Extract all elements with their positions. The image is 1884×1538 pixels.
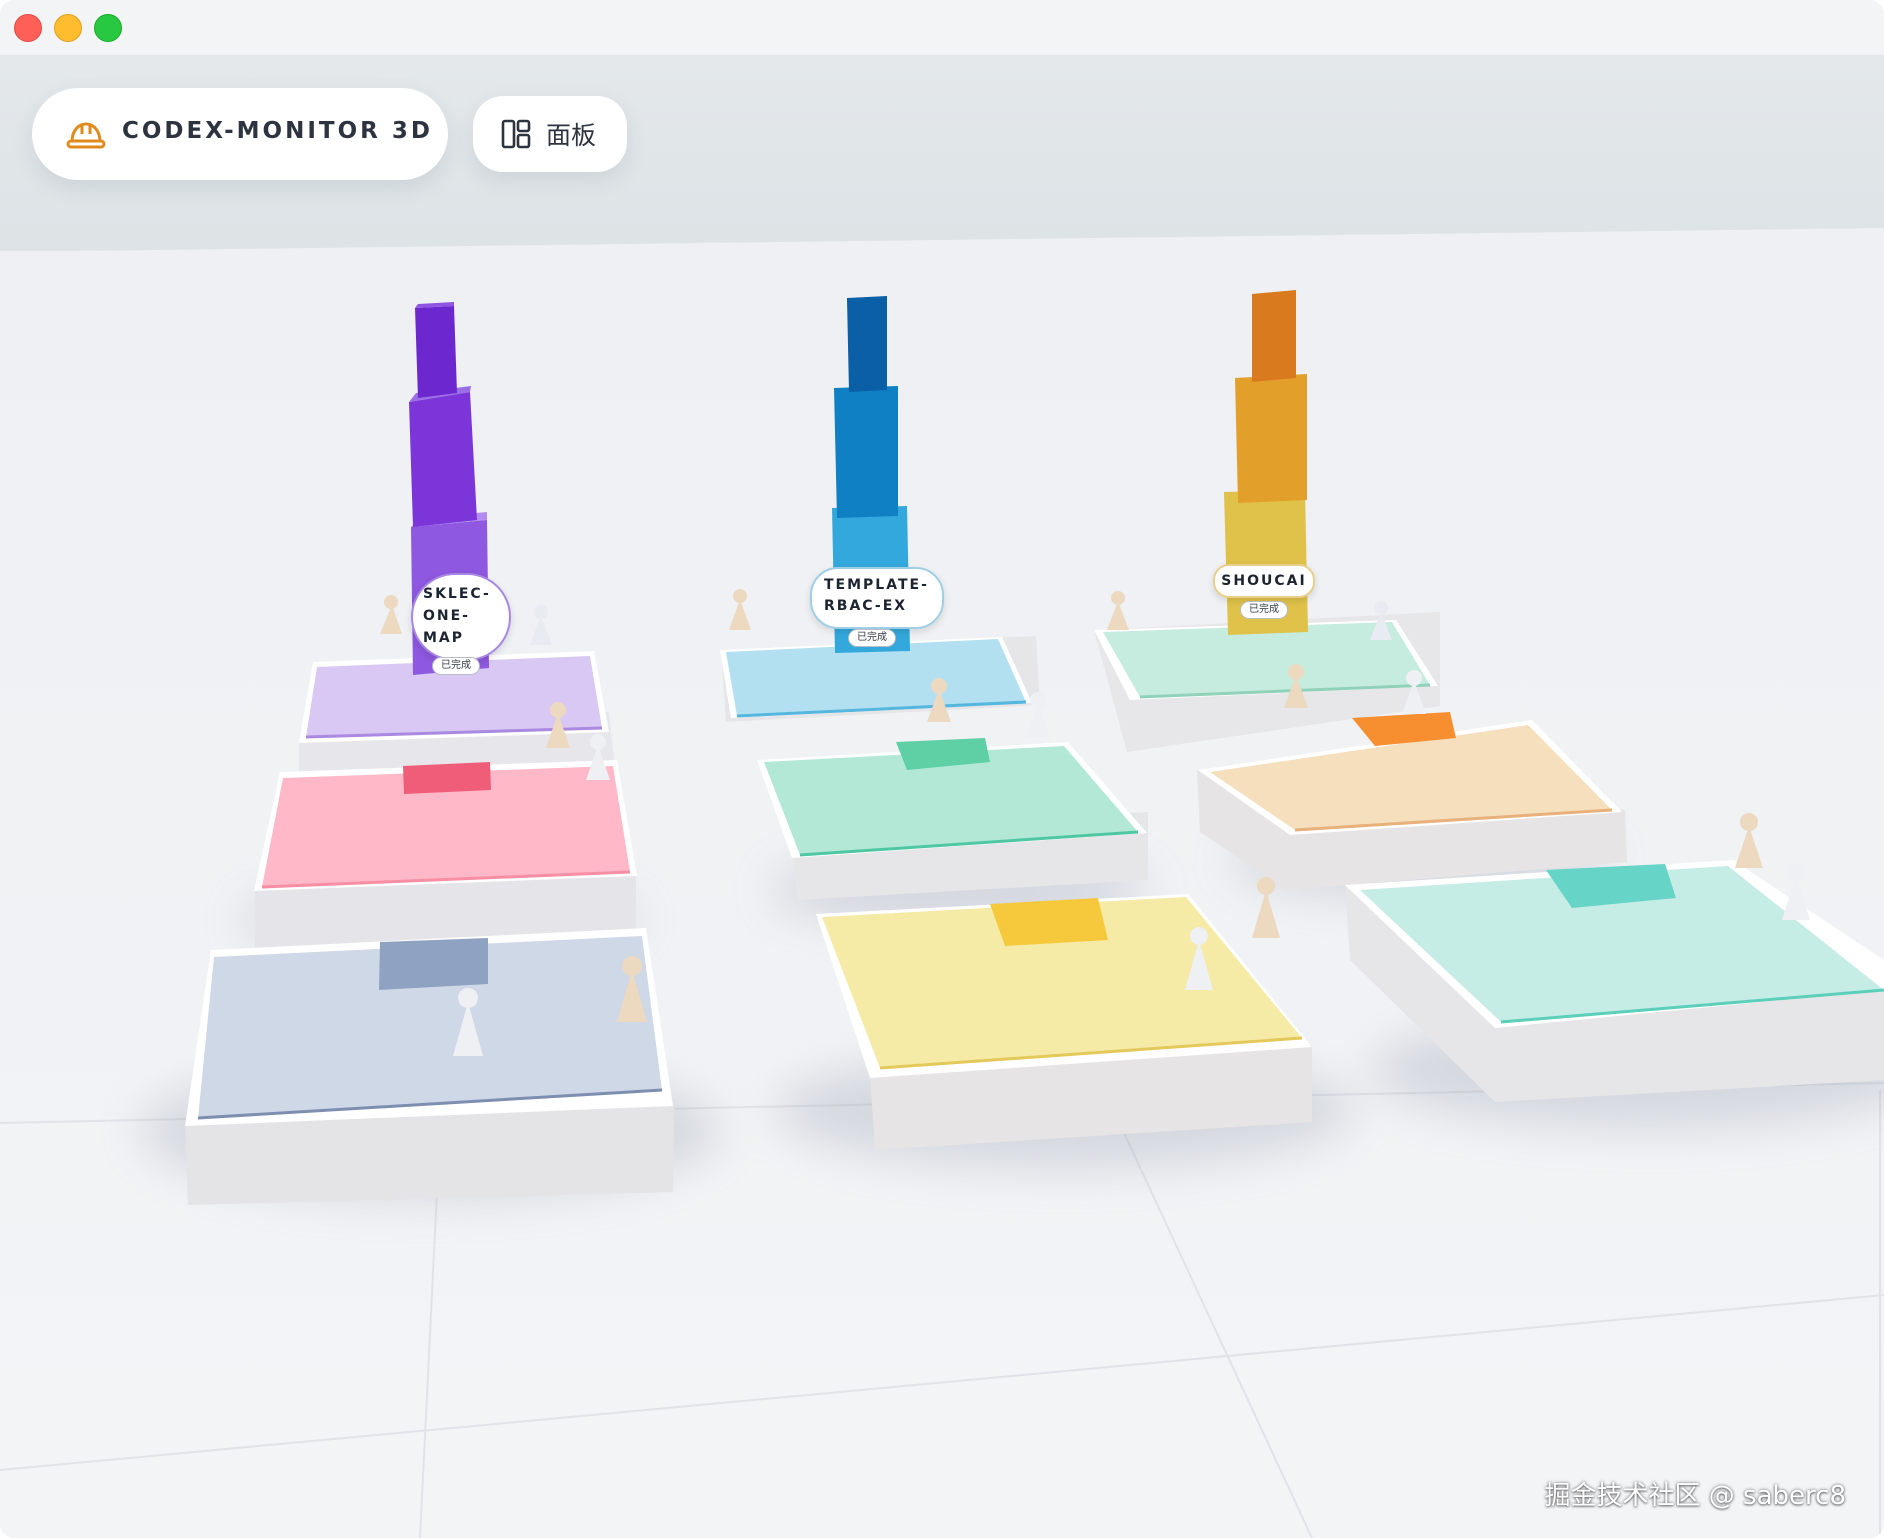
status-badge: 已完成 (848, 629, 896, 647)
project-tag-sklec[interactable]: SKLEC- ONE- MAP (411, 573, 511, 661)
brand-pill: CODEX-MONITOR 3D (32, 88, 448, 180)
zone-sklec-mid (254, 760, 637, 950)
project-name: TEMPLATE- RBAC-EX (824, 577, 929, 614)
close-window-button[interactable] (14, 14, 42, 42)
3d-scene-canvas[interactable] (0, 0, 1884, 1538)
dashboard-layout-icon (501, 119, 531, 149)
app-window: CODEX-MONITOR 3D 面板 SKLEC- ONE- MAP 已完成 … (0, 0, 1884, 1538)
zone-sklec-front (185, 928, 674, 1205)
watermark: 掘金技术社区 @ saberc8 (1544, 1481, 1846, 1511)
panel-button[interactable]: 面板 (473, 96, 627, 172)
zoom-window-button[interactable] (94, 14, 122, 42)
title-bar (0, 0, 1884, 56)
minimize-window-button[interactable] (54, 14, 82, 42)
status-badge: 已完成 (1240, 601, 1288, 619)
project-tag-shoucai[interactable]: SHOUCAI (1213, 564, 1315, 598)
project-name: SHOUCAI (1221, 573, 1307, 589)
hard-hat-icon (66, 122, 106, 149)
project-tag-template[interactable]: TEMPLATE- RBAC-EX (810, 567, 944, 629)
project-name: SKLEC- ONE- MAP (423, 586, 491, 646)
app-title: CODEX-MONITOR 3D (122, 118, 433, 144)
status-badge: 已完成 (432, 657, 480, 675)
panel-button-label: 面板 (546, 121, 597, 150)
